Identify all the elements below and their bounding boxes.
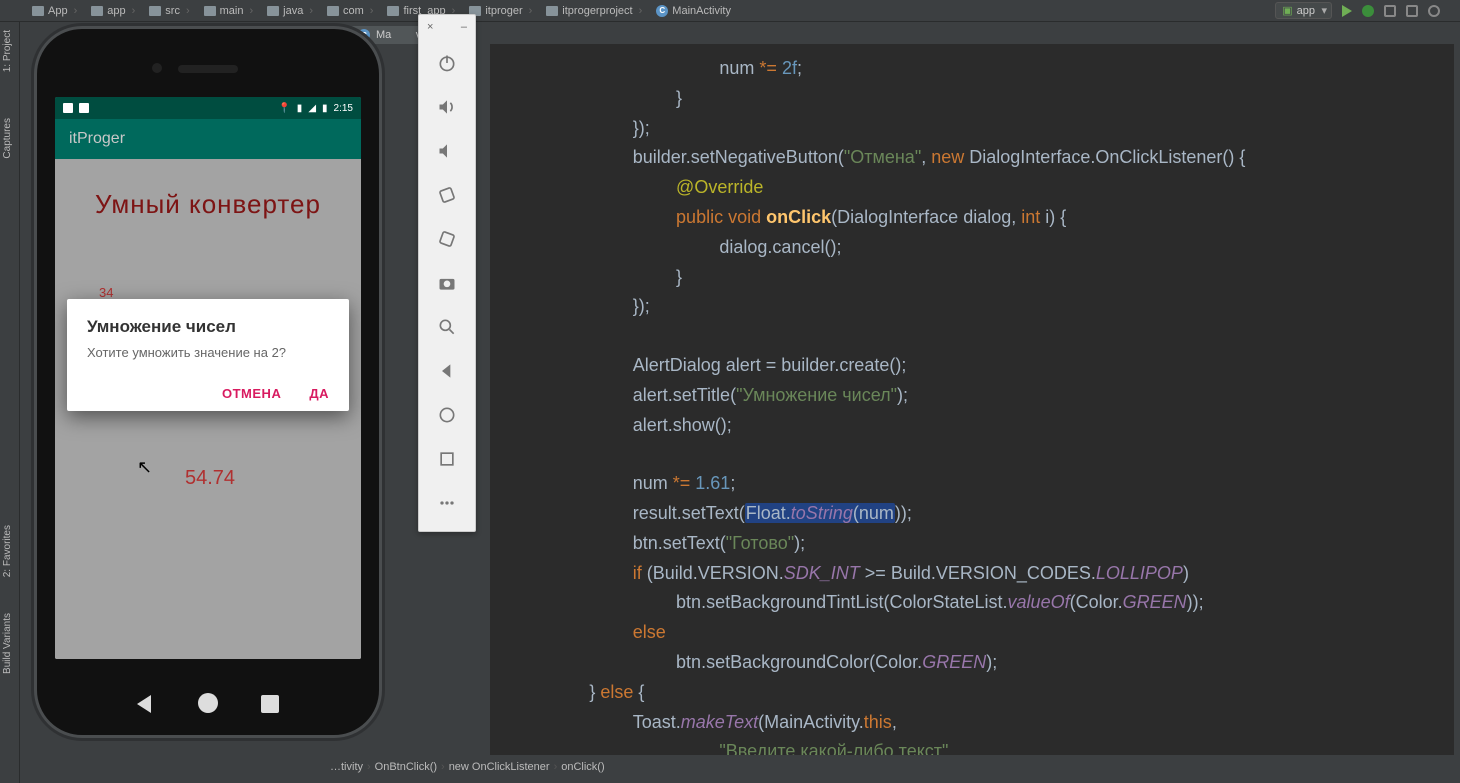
- folder-icon: [204, 6, 216, 16]
- app-heading: Умный конвертер: [55, 159, 361, 220]
- profile-icon[interactable]: [1406, 5, 1418, 17]
- status-bar: 📍 ▮ ◢ ▮ 2:15: [55, 97, 361, 119]
- input-value[interactable]: 34: [99, 285, 113, 300]
- overview-icon[interactable]: [428, 441, 466, 477]
- run-config-dropdown[interactable]: ▣ app: [1275, 2, 1332, 19]
- crumb-app[interactable]: App›: [28, 5, 83, 17]
- crumb-itproger[interactable]: itproger›: [465, 5, 538, 17]
- bc-item[interactable]: new OnClickListener: [449, 761, 550, 773]
- more-icon[interactable]: [428, 485, 466, 521]
- tab-build-variants[interactable]: Build Variants: [0, 605, 15, 682]
- crumb-label: itproger: [485, 5, 522, 17]
- nav-back-icon[interactable]: [137, 695, 151, 713]
- app-title: itProger: [69, 130, 125, 148]
- crumb-label: itprogerproject: [562, 5, 632, 17]
- folder-icon: [91, 6, 103, 16]
- rotate-right-icon[interactable]: [428, 221, 466, 257]
- volume-down-icon[interactable]: [428, 133, 466, 169]
- back-icon[interactable]: [428, 353, 466, 389]
- toolbar-right: ▣ app: [1275, 2, 1460, 19]
- android-icon: ▣: [1282, 5, 1292, 17]
- crumb-app2[interactable]: app›: [87, 5, 141, 17]
- crumb-label: main: [220, 5, 244, 17]
- folder-icon: [32, 6, 44, 16]
- home-icon[interactable]: [428, 397, 466, 433]
- attach-icon[interactable]: [1384, 5, 1396, 17]
- crumb-java[interactable]: java›: [263, 5, 319, 17]
- editor-breadcrumb: …tivity› OnBtnClick()› new OnClickListen…: [330, 757, 605, 777]
- crumb-label: com: [343, 5, 364, 17]
- crumb-mainactivity[interactable]: C MainActivity: [652, 5, 735, 17]
- crumb-label: MainActivity: [672, 5, 731, 17]
- bc-item[interactable]: onClick(): [561, 761, 604, 773]
- battery-icon: ▮: [322, 103, 328, 114]
- crumb-label: App: [48, 5, 68, 17]
- close-icon[interactable]: ×: [427, 21, 433, 33]
- ok-button[interactable]: ДА: [309, 386, 329, 401]
- nav-home-icon[interactable]: [198, 693, 218, 713]
- camera-icon[interactable]: [428, 265, 466, 301]
- top-breadcrumb-bar: App› app› src› main› java› com› first_ap…: [0, 0, 1460, 22]
- bc-item[interactable]: …tivity: [330, 761, 363, 773]
- code-content: num *= 2f; } }); builder.setNegativeButt…: [490, 54, 1454, 755]
- app-bar: itProger: [55, 119, 361, 159]
- notif-icon: [79, 103, 89, 113]
- folder-icon: [387, 6, 399, 16]
- left-tool-gutter: 1: Project Captures 2: Favorites Build V…: [0, 22, 20, 783]
- signal-icon: ◢: [308, 103, 316, 114]
- volume-up-icon[interactable]: [428, 89, 466, 125]
- tab-favorites[interactable]: 2: Favorites: [0, 517, 15, 585]
- result-value: 54.74: [185, 467, 235, 490]
- alert-dialog: Умножение чисел Хотите умножить значение…: [67, 299, 349, 411]
- speaker-grille: [178, 65, 238, 73]
- code-editor[interactable]: num *= 2f; } }); builder.setNegativeButt…: [490, 44, 1454, 755]
- emulator-toolbar: × –: [418, 14, 476, 532]
- cancel-button[interactable]: ОТМЕНА: [222, 386, 281, 401]
- bc-item[interactable]: OnBtnClick(): [375, 761, 437, 773]
- search-icon[interactable]: [1428, 5, 1440, 17]
- device-screen[interactable]: 📍 ▮ ◢ ▮ 2:15 itProger Умный конвертер 34…: [55, 97, 361, 659]
- tab-project[interactable]: 1: Project: [0, 22, 15, 80]
- debug-icon[interactable]: [1362, 5, 1374, 17]
- folder-icon: [546, 6, 558, 16]
- power-icon[interactable]: [428, 45, 466, 81]
- crumb-main[interactable]: main›: [200, 5, 260, 17]
- signal-icon: ▮: [297, 103, 303, 114]
- camera-dot: [152, 63, 162, 73]
- zoom-icon[interactable]: [428, 309, 466, 345]
- emulator-device: 📍 ▮ ◢ ▮ 2:15 itProger Умный конвертер 34…: [34, 26, 382, 738]
- crumb-itprogerproject[interactable]: itprogerproject›: [542, 5, 648, 17]
- folder-icon: [327, 6, 339, 16]
- crumb-com[interactable]: com›: [323, 5, 379, 17]
- crumb-label: app: [107, 5, 125, 17]
- crumb-label: java: [283, 5, 303, 17]
- crumb-src[interactable]: src›: [145, 5, 195, 17]
- dialog-message: Хотите умножить значение на 2?: [87, 345, 329, 360]
- mouse-cursor-icon: ↖: [137, 457, 152, 478]
- rotate-left-icon[interactable]: [428, 177, 466, 213]
- run-config-label: app: [1297, 5, 1315, 17]
- tab-captures[interactable]: Captures: [0, 110, 15, 167]
- folder-icon: [267, 6, 279, 16]
- folder-icon: [149, 6, 161, 16]
- class-icon: C: [656, 5, 668, 17]
- dialog-title: Умножение чисел: [87, 317, 329, 337]
- notif-icon: [63, 103, 73, 113]
- nav-recent-icon[interactable]: [261, 695, 279, 713]
- crumb-label: src: [165, 5, 180, 17]
- app-content: Умный конвертер 34 54.74 Умножение чисел…: [55, 159, 361, 659]
- run-icon[interactable]: [1342, 5, 1352, 17]
- status-time: 2:15: [334, 103, 353, 114]
- minimize-icon[interactable]: –: [461, 21, 467, 33]
- location-icon: 📍: [278, 103, 290, 114]
